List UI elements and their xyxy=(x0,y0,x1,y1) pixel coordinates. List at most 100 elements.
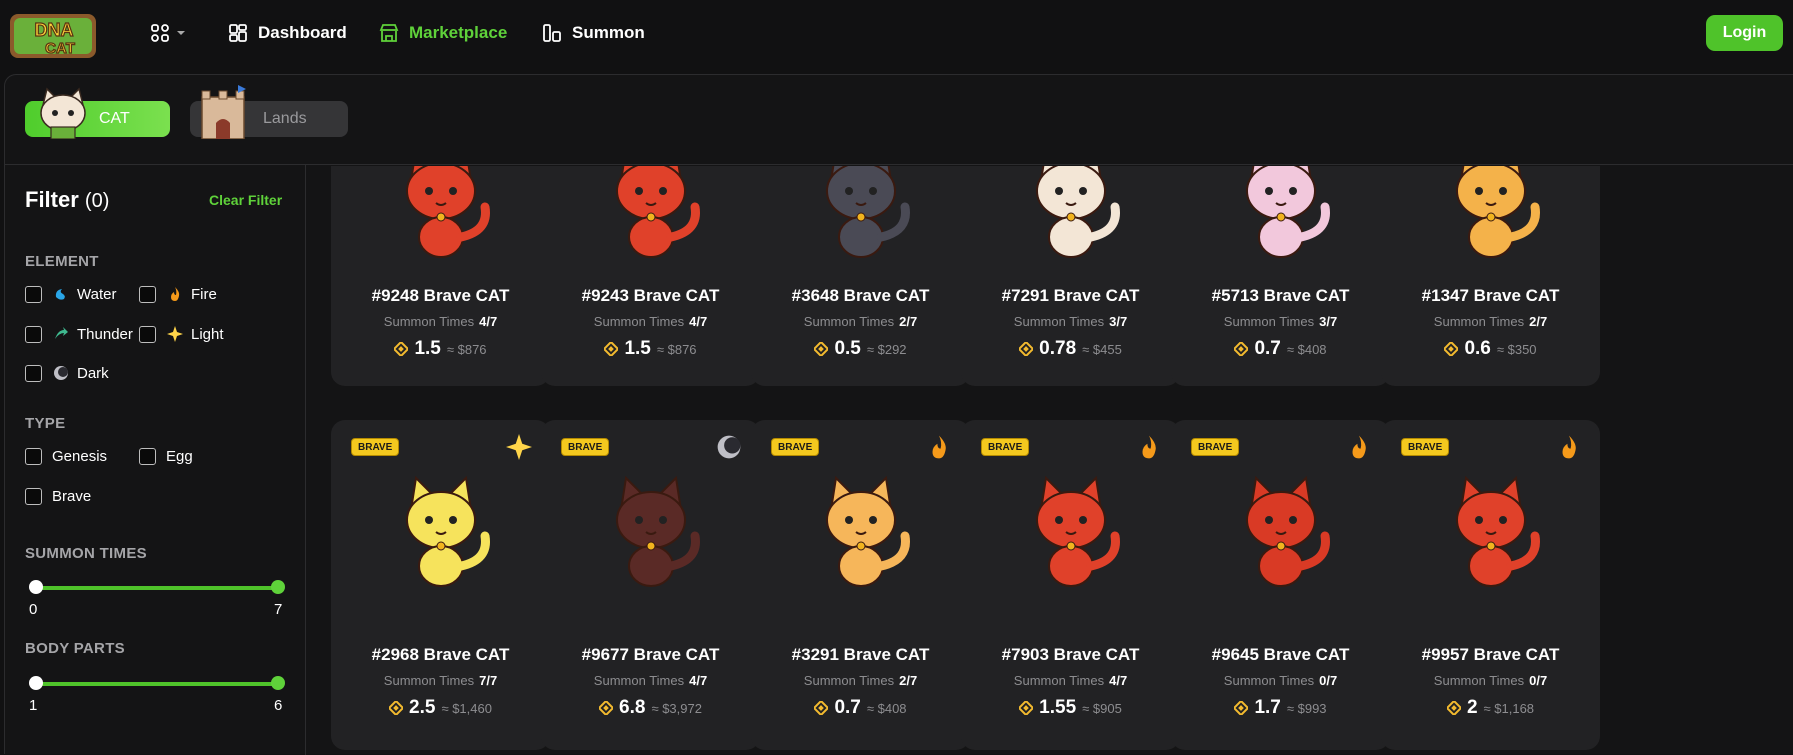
summon-label: Summon Times xyxy=(1223,673,1315,688)
element-option-water[interactable]: Water xyxy=(25,285,116,303)
summon-label: Summon Times xyxy=(1433,314,1525,329)
brave-badge: BRAVE xyxy=(1191,438,1240,456)
type-option-egg[interactable]: Egg xyxy=(139,448,193,465)
element-option-thunder[interactable]: Thunder xyxy=(25,325,133,343)
dnacat-logo[interactable]: DNA CAT xyxy=(4,8,104,64)
cat-card[interactable]: BRAVE #9645 Brave CAT Summon Times 0/7 1.7 ≈ … xyxy=(1171,420,1390,750)
cat-card[interactable]: #5713 Brave CAT Summon Times 3/7 0.7 ≈ $408 xyxy=(1171,166,1390,386)
bnb-icon xyxy=(1233,699,1250,717)
bnb-icon xyxy=(813,340,830,358)
cat-artwork xyxy=(571,166,731,261)
slider-max-handle[interactable] xyxy=(271,580,285,594)
usd-value: ≈ $876 xyxy=(656,342,697,357)
checkbox[interactable] xyxy=(139,448,156,465)
summon-times: Summon Times 0/7 xyxy=(1171,673,1390,688)
tab-cat-label: CAT xyxy=(99,110,130,127)
cat-name: #9677 Brave CAT xyxy=(581,645,720,664)
usd-value: ≈ $876 xyxy=(446,342,487,357)
summon-label: Summon Times xyxy=(383,673,475,688)
apps-menu-button[interactable] xyxy=(150,22,194,44)
usd-value: ≈ $3,972 xyxy=(651,701,702,716)
summon-min-value: 0 xyxy=(29,601,38,618)
bnb-icon xyxy=(1233,340,1250,358)
fire-icon xyxy=(1136,434,1162,460)
usd-value: ≈ $993 xyxy=(1286,701,1327,716)
checkbox[interactable] xyxy=(25,285,42,303)
checkbox[interactable] xyxy=(25,488,42,505)
price: 0.7 ≈ $408 xyxy=(751,697,970,719)
marketplace-panel: CAT Lands Filter (0) Clear Filter ELEMEN… xyxy=(4,74,1793,755)
cat-card[interactable]: #7291 Brave CAT Summon Times 3/7 0.78 ≈ $455 xyxy=(961,166,1180,386)
login-button[interactable]: Login xyxy=(1706,15,1783,51)
element-option-fire[interactable]: Fire xyxy=(139,285,217,303)
price-value: 0.7 xyxy=(1254,338,1281,359)
store-icon xyxy=(379,24,399,42)
checkbox[interactable] xyxy=(25,448,42,465)
type-section-title: TYPE xyxy=(25,415,66,432)
price-value: 6.8 xyxy=(619,697,646,718)
nav-marketplace-label: Marketplace xyxy=(409,23,508,42)
checkbox[interactable] xyxy=(25,364,42,382)
checkbox[interactable] xyxy=(25,325,42,343)
summon-times: Summon Times 4/7 xyxy=(541,314,760,329)
price-value: 0.5 xyxy=(834,338,861,359)
summon-value: 0/7 xyxy=(1529,673,1548,688)
element-option-dark[interactable]: Dark xyxy=(25,364,109,382)
summon-value: 3/7 xyxy=(1319,314,1338,329)
cat-name: #3648 Brave CAT xyxy=(791,286,930,305)
checkbox[interactable] xyxy=(139,285,156,303)
summon-times-slider[interactable] xyxy=(29,580,285,594)
cat-artwork xyxy=(1411,166,1571,261)
cat-card[interactable]: #9248 Brave CAT Summon Times 4/7 1.5 ≈ $876 xyxy=(331,166,550,386)
dark-icon xyxy=(52,364,70,382)
cat-artwork xyxy=(361,166,521,261)
nav-summon[interactable]: Summon xyxy=(542,20,645,46)
cat-card[interactable]: BRAVE #3291 Brave CAT Summon Times 2/7 0.7 ≈ … xyxy=(751,420,970,750)
cat-card[interactable]: BRAVE #7903 Brave CAT Summon Times 4/7 1.55 ≈… xyxy=(961,420,1180,750)
cat-card[interactable]: #9243 Brave CAT Summon Times 4/7 1.5 ≈ $876 xyxy=(541,166,760,386)
price-value: 0.6 xyxy=(1464,338,1491,359)
thunder-icon xyxy=(52,325,70,343)
apps-grid-icon xyxy=(151,24,169,42)
nav-dashboard[interactable]: Dashboard xyxy=(228,20,347,46)
cat-card[interactable]: #3648 Brave CAT Summon Times 2/7 0.5 ≈ $292 xyxy=(751,166,970,386)
cat-card[interactable]: BRAVE #2968 Brave CAT Summon Times 7/7 2.5 ≈ … xyxy=(331,420,550,750)
summon-value: 4/7 xyxy=(689,314,708,329)
brave-badge: BRAVE xyxy=(561,438,610,456)
clear-filter-link[interactable]: Clear Filter xyxy=(209,192,282,208)
type-option-genesis[interactable]: Genesis xyxy=(25,448,107,465)
light-icon xyxy=(166,325,184,343)
price-value: 0.78 xyxy=(1039,338,1077,359)
body-min-value: 1 xyxy=(29,697,38,714)
summon-times: Summon Times 4/7 xyxy=(541,673,760,688)
price: 0.5 ≈ $292 xyxy=(751,338,970,360)
water-icon xyxy=(52,285,70,303)
body-parts-slider[interactable] xyxy=(29,676,285,690)
cat-card[interactable]: #1347 Brave CAT Summon Times 2/7 0.6 ≈ $350 xyxy=(1381,166,1600,386)
summon-label: Summon Times xyxy=(593,314,685,329)
nav-marketplace[interactable]: Marketplace xyxy=(379,20,507,46)
cat-avatar-icon xyxy=(40,87,86,139)
summon-label: Summon Times xyxy=(1013,314,1105,329)
summon-value: 2/7 xyxy=(899,314,918,329)
summon-label: Summon Times xyxy=(803,673,895,688)
usd-value: ≈ $408 xyxy=(866,701,907,716)
element-option-light[interactable]: Light xyxy=(139,325,224,343)
summon-value: 2/7 xyxy=(899,673,918,688)
summon-times: Summon Times 4/7 xyxy=(331,314,550,329)
cat-card[interactable]: BRAVE #9677 Brave CAT Summon Times 4/7 6.8 ≈ … xyxy=(541,420,760,750)
tab-cat[interactable]: CAT xyxy=(25,87,170,139)
price-value: 1.7 xyxy=(1254,697,1281,718)
slider-min-handle[interactable] xyxy=(29,580,43,594)
cat-card[interactable]: BRAVE #9957 Brave CAT Summon Times 0/7 2 ≈ $1… xyxy=(1381,420,1600,750)
type-option-brave[interactable]: Brave xyxy=(25,488,91,505)
cat-name: #9957 Brave CAT xyxy=(1421,645,1560,664)
usd-value: ≈ $455 xyxy=(1082,342,1122,357)
slider-min-handle[interactable] xyxy=(29,676,43,690)
tab-lands[interactable]: Lands xyxy=(190,85,348,139)
summon-label: Summon Times xyxy=(1433,673,1525,688)
cat-name: #9243 Brave CAT xyxy=(581,286,720,305)
bnb-icon xyxy=(813,699,830,717)
slider-max-handle[interactable] xyxy=(271,676,285,690)
checkbox[interactable] xyxy=(139,325,156,343)
